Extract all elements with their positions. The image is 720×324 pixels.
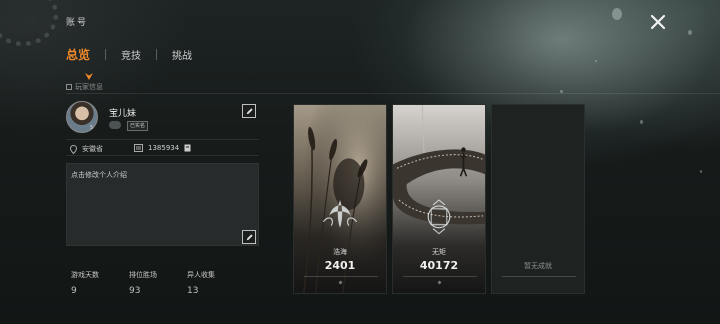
level-badge: 5: [90, 125, 94, 131]
card-divider: [304, 276, 378, 277]
tab-competitive[interactable]: 竞技: [121, 47, 141, 62]
chat-bubble-icon: [109, 121, 121, 129]
pin-icon: [338, 280, 343, 285]
id-card-icon: [134, 144, 143, 152]
achievement-name: 浩海: [333, 248, 347, 256]
stat-value-ranked-wins: 93: [129, 286, 141, 296]
bio-placeholder: 点击修改个人介绍: [71, 171, 127, 179]
verified-tag: 已实名: [127, 121, 149, 131]
active-tab-caret-icon: [84, 66, 94, 80]
no-achievement-text: 暂无成就: [524, 262, 552, 270]
tab-overview[interactable]: 总览: [66, 46, 90, 63]
tab-divider: [156, 48, 158, 60]
pencil-icon: [246, 233, 253, 240]
divider: [66, 155, 259, 156]
stat-label-ranked-wins: 排位胜场: [129, 271, 157, 279]
edit-name-button[interactable]: [242, 104, 256, 118]
card-divider: [403, 276, 477, 277]
location-row: 安徽省: [70, 144, 103, 154]
divider: [66, 93, 720, 94]
achievement-card-empty[interactable]: 暂无成就: [491, 104, 585, 294]
tab-challenge[interactable]: 挑战: [172, 47, 192, 62]
edit-bio-button[interactable]: [242, 230, 256, 244]
raindrop: [640, 120, 643, 124]
divider: [66, 139, 259, 140]
tab-bar: 总览 竞技 挑战: [66, 44, 192, 64]
achievement-card-2[interactable]: 无矩 40172: [392, 104, 486, 294]
player-info-label: 玩家信息: [66, 82, 103, 92]
achievement-value: 40172: [419, 259, 459, 272]
player-id: 1385934: [148, 144, 180, 152]
raindrop: [700, 170, 702, 173]
pin-icon: [437, 280, 442, 285]
raindrop: [688, 30, 692, 35]
pencil-icon: [246, 107, 253, 114]
section-square-icon: [66, 84, 72, 90]
achievement-card-1[interactable]: 浩海 2401: [293, 104, 387, 294]
achievement-name: 无矩: [432, 248, 446, 256]
location-text: 安徽省: [82, 145, 103, 153]
avatar[interactable]: [66, 101, 98, 133]
copy-icon[interactable]: [184, 144, 191, 152]
stat-label-days: 游戏天数: [71, 271, 99, 279]
raindrop: [595, 60, 597, 62]
card-divider: [502, 276, 576, 277]
player-id-row: 1385934: [134, 144, 191, 152]
close-icon[interactable]: [648, 12, 668, 32]
location-pin-icon: [70, 144, 77, 154]
stat-label-collection: 异人收集: [187, 271, 215, 279]
stat-value-days: 9: [71, 286, 77, 296]
achievement-value: 2401: [324, 259, 356, 272]
stat-value-collection: 13: [187, 286, 199, 296]
player-nickname: 宝儿妹: [109, 109, 137, 119]
tab-divider: [105, 48, 107, 60]
page-title: 账号: [66, 18, 89, 28]
raindrop: [612, 8, 622, 20]
